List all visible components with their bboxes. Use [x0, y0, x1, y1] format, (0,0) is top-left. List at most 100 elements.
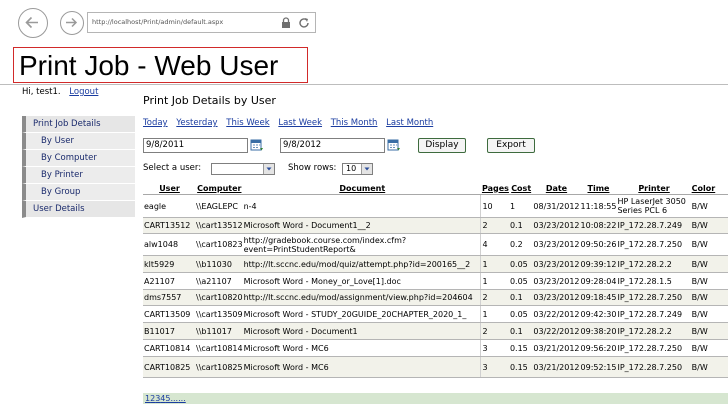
export-button[interactable]: Export — [487, 138, 535, 153]
cell-color: B/W — [690, 217, 728, 234]
cell-time: 09:28:04 — [579, 272, 617, 290]
cell-document: Microsoft Word - Money_or_Love[1].doc — [242, 272, 481, 290]
cell-cost: 0.1 — [508, 289, 533, 306]
sidebar-item-print-job-details[interactable]: Print Job Details — [22, 116, 135, 133]
select-user-label: Select a user: — [143, 163, 202, 173]
cell-document: http://lt.sccnc.edu/mod/quiz/attempt.php… — [242, 255, 481, 273]
period-links: Today Yesterday This Week Last Week This… — [143, 118, 439, 128]
cell-printer: IP_172.28.7.250 — [616, 233, 691, 256]
cell-user: CART10825 — [143, 356, 196, 378]
cell-printer: IP_172.28.2.2 — [616, 255, 691, 273]
show-rows-value: 10 — [346, 164, 357, 173]
cell-computer: \\cart10825 — [195, 356, 243, 378]
user-select[interactable] — [211, 163, 275, 175]
date-to-input[interactable]: 9/8/2012 — [280, 138, 385, 153]
sidebar-item-by-group[interactable]: By Group — [22, 184, 135, 201]
cell-pages: 2 — [480, 217, 509, 234]
pager-more-2[interactable]: ... — [178, 394, 186, 403]
calendar-icon[interactable] — [250, 138, 264, 152]
column-header-user[interactable]: User — [143, 182, 196, 195]
column-header-time[interactable]: Time — [579, 182, 617, 195]
cell-cost: 0.15 — [508, 356, 533, 378]
cell-time: 11:18:55 — [579, 194, 617, 218]
cell-document: Microsoft Word - MC6 — [242, 356, 481, 378]
refresh-icon[interactable] — [297, 16, 311, 30]
column-header-computer[interactable]: Computer — [195, 182, 243, 195]
forward-button[interactable] — [60, 11, 84, 35]
column-header-color[interactable]: Color — [690, 182, 728, 195]
pager-more[interactable]: ... — [170, 394, 178, 403]
cell-pages: 3 — [480, 339, 509, 357]
cell-printer: IP_172.28.2.2 — [616, 322, 691, 340]
show-rows-select[interactable]: 10 — [342, 163, 373, 175]
cell-computer: \\cart10823 — [195, 233, 243, 256]
cell-computer: \\cart10820 — [195, 289, 243, 306]
pager: 12345...... — [143, 393, 728, 404]
cell-computer: \\b11017 — [195, 322, 243, 340]
cell-document: Microsoft Word - Document1__2 — [242, 217, 481, 234]
table-row: dms7557 \\cart10820 http://lt.sccnc.edu/mo… — [143, 289, 728, 306]
cell-computer: \\b11030 — [195, 255, 243, 273]
cell-user: B11017 — [143, 322, 196, 340]
cell-time: 09:50:26 — [579, 233, 617, 256]
period-today-link[interactable]: Today — [143, 118, 168, 128]
cell-cost: 0.05 — [508, 272, 533, 290]
cell-user: dms7557 — [143, 289, 196, 306]
cell-document: Microsoft Word - MC6 — [242, 339, 481, 357]
sidebar-item-user-details[interactable]: User Details — [22, 201, 135, 218]
url-text: http://localhost/Print/admin/default.asp… — [92, 18, 224, 26]
cell-document: http://lt.sccnc.edu/mod/assignment/view.… — [242, 289, 481, 306]
logout-link[interactable]: Logout — [69, 87, 98, 97]
table-row: B11017 \\b11017 Microsoft Word - Document1… — [143, 322, 728, 340]
column-header-date[interactable]: Date — [532, 182, 580, 195]
address-bar[interactable]: http://localhost/Print/admin/default.asp… — [87, 12, 316, 33]
display-button[interactable]: Display — [418, 138, 466, 153]
period-last-week-link[interactable]: Last Week — [278, 118, 322, 128]
cell-color: B/W — [690, 339, 728, 357]
cell-cost: 0.2 — [508, 233, 533, 256]
period-last-month-link[interactable]: Last Month — [386, 118, 433, 128]
page-title: Print Job - Web User — [19, 50, 279, 81]
period-this-month-link[interactable]: This Month — [331, 118, 378, 128]
sidebar-item-by-printer[interactable]: By Printer — [22, 167, 135, 184]
table-row: CART13512 \\cart13512 Microsoft Word - Doc… — [143, 217, 728, 234]
cell-time: 09:42:30 — [579, 305, 617, 323]
cell-printer: IP_172.28.7.250 — [616, 356, 691, 378]
cell-color: B/W — [690, 272, 728, 290]
cell-color: B/W — [690, 194, 728, 218]
back-button[interactable] — [18, 8, 48, 38]
arrow-left-icon — [25, 16, 38, 29]
filter-row: Select a user: — [143, 163, 201, 173]
table-row: CART13509 \\cart13509 Microsoft Word - STU… — [143, 305, 728, 323]
column-header-printer[interactable]: Printer — [616, 182, 691, 195]
cell-user: eagle — [143, 194, 196, 218]
sidebar-item-by-computer[interactable]: By Computer — [22, 150, 135, 167]
cell-date: 03/23/2012 — [532, 272, 580, 290]
column-header-pages[interactable]: Pages — [480, 182, 509, 195]
user-greeting: Hi, test1. Logout — [22, 87, 98, 97]
period-this-week-link[interactable]: This Week — [226, 118, 269, 128]
cell-document: Microsoft Word - STUDY_20GUIDE_20CHAPTER… — [242, 305, 481, 323]
cell-computer: \\cart13512 — [195, 217, 243, 234]
cell-pages: 2 — [480, 289, 509, 306]
cell-user: alw1048 — [143, 233, 196, 256]
cell-pages: 2 — [480, 322, 509, 340]
cell-pages: 4 — [480, 233, 509, 256]
cell-color: B/W — [690, 305, 728, 323]
cell-date: 03/23/2012 — [532, 233, 580, 256]
period-yesterday-link[interactable]: Yesterday — [176, 118, 217, 128]
column-header-cost[interactable]: Cost — [508, 182, 533, 195]
cell-color: B/W — [690, 322, 728, 340]
lock-icon — [282, 17, 290, 28]
column-header-document[interactable]: Document — [242, 182, 481, 195]
cell-computer: \\EAGLEPC — [195, 194, 243, 218]
calendar-icon[interactable] — [387, 138, 401, 152]
cell-printer: IP_172.28.7.250 — [616, 289, 691, 306]
sidebar-item-by-user[interactable]: By User — [22, 133, 135, 150]
table-body: eagle \\EAGLEPC n-4 10 1 08/31/2012 11:18:55 HP… — [143, 194, 728, 378]
cell-document: http://gradebook.course.com/index.cfm?ev… — [242, 233, 481, 256]
cell-printer: IP_172.28.7.250 — [616, 339, 691, 357]
date-from-input[interactable]: 9/8/2011 — [143, 138, 248, 153]
chevron-down-icon — [263, 164, 274, 174]
cell-cost: 0.15 — [508, 339, 533, 357]
